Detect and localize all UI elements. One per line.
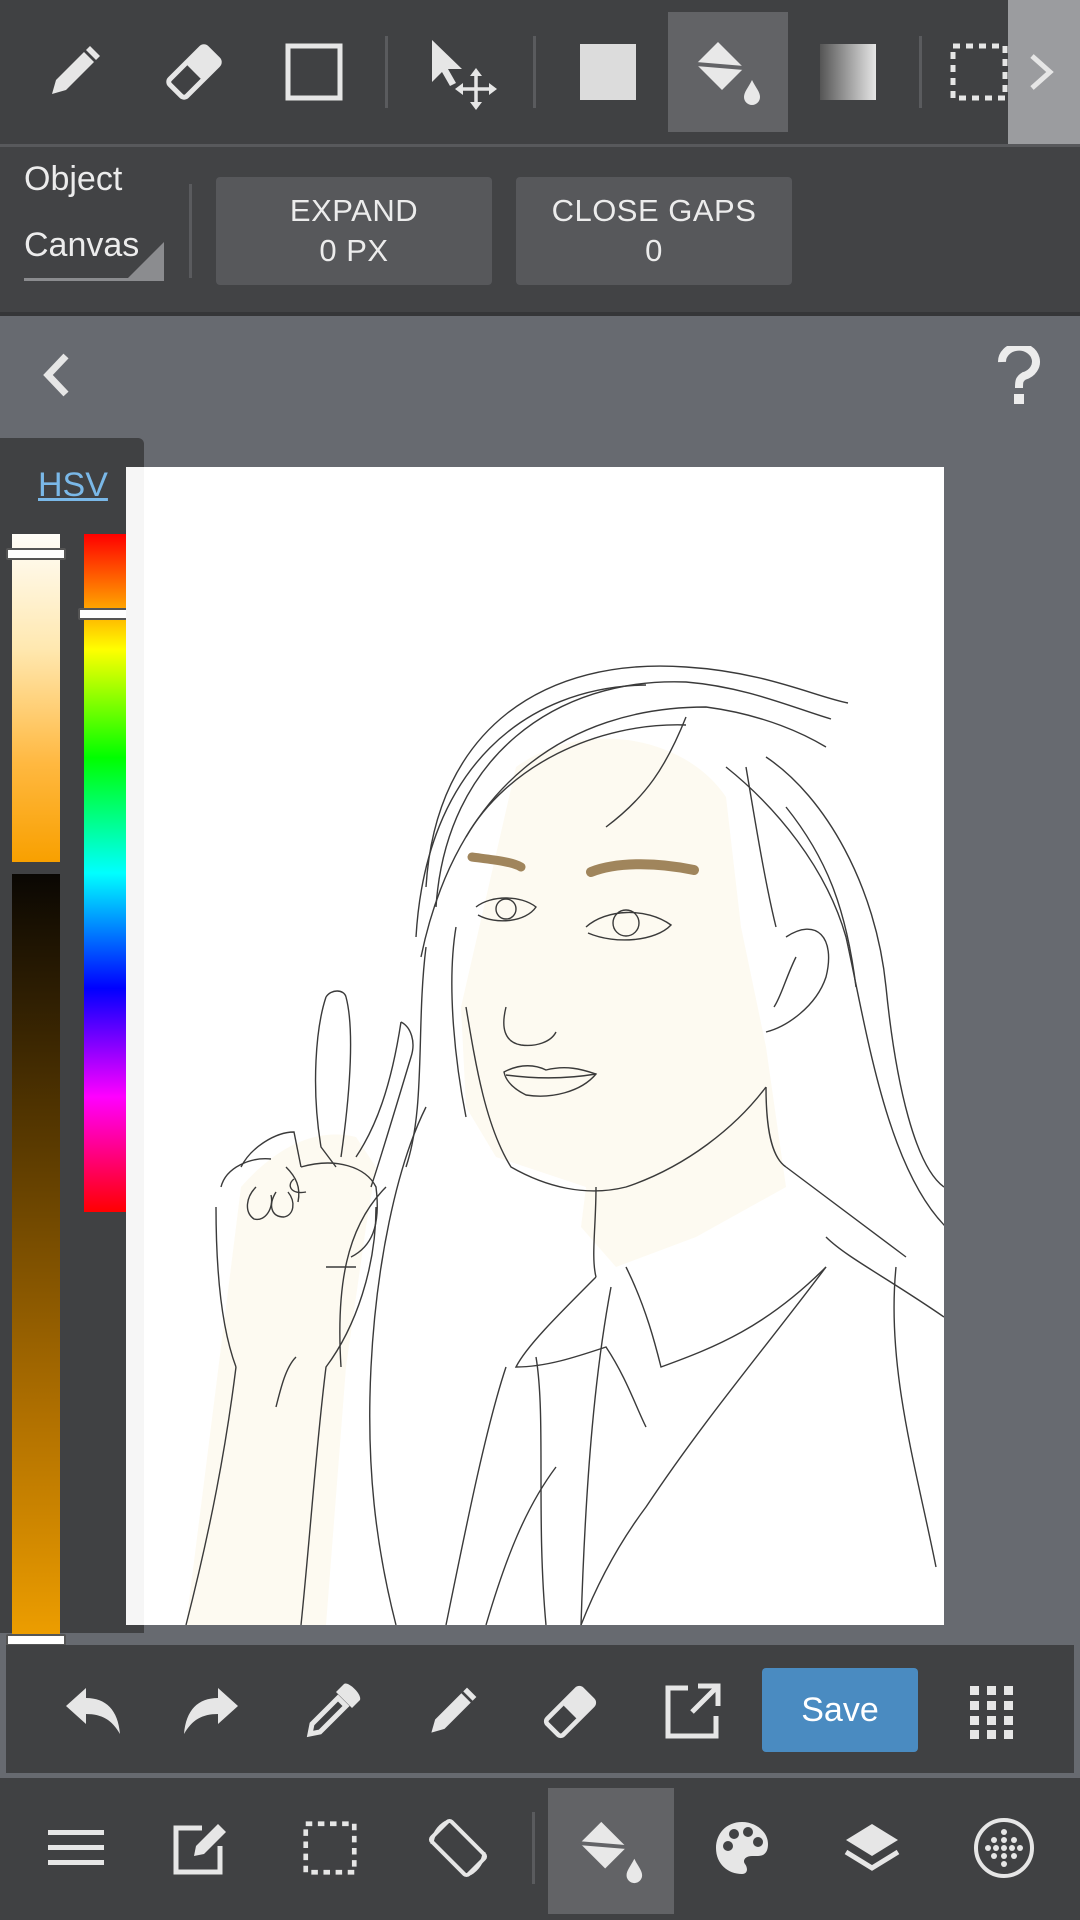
- dropdown-corner-icon: [128, 242, 164, 278]
- more-grid-button[interactable]: [952, 1676, 1032, 1748]
- fill-target-dropdown[interactable]: Canvas: [24, 222, 164, 281]
- undo-button[interactable]: [52, 1680, 132, 1744]
- rectangle-tool-button[interactable]: [254, 12, 374, 132]
- eraser-icon: [543, 1685, 597, 1739]
- filled-square-icon: [580, 44, 636, 100]
- back-button[interactable]: [36, 350, 92, 406]
- menu-divider: [532, 1812, 535, 1884]
- pencil-icon: [431, 1687, 477, 1733]
- canvas-nav-row: [0, 316, 1080, 436]
- redo-button[interactable]: [172, 1680, 252, 1744]
- paint-bucket-icon: [695, 42, 760, 105]
- chevron-left-icon: [43, 353, 69, 397]
- toolbar-scroll-right-button[interactable]: [1008, 0, 1080, 144]
- settings-dial-button[interactable]: [964, 1808, 1044, 1888]
- hamburger-menu-icon: [48, 1830, 104, 1865]
- color-mode-link[interactable]: HSV: [38, 466, 108, 505]
- bucket-tool-button[interactable]: [668, 12, 788, 132]
- expand-value: 0 PX: [319, 233, 389, 268]
- quick-eraser-button[interactable]: [530, 1676, 610, 1748]
- saturation-slider[interactable]: [6, 534, 66, 862]
- options-divider: [189, 184, 192, 278]
- expand-label: EXPAND: [289, 193, 419, 228]
- layers-icon: [844, 1824, 900, 1871]
- close-gaps-label: CLOSE GAPS: [551, 193, 757, 228]
- chevron-right-icon: [1030, 54, 1054, 90]
- rotate-screen-icon: [428, 1818, 488, 1878]
- toolbar-divider: [919, 36, 922, 108]
- save-button[interactable]: Save: [762, 1668, 918, 1752]
- expand-button[interactable]: EXPAND 0 PX: [216, 177, 492, 285]
- quick-pen-button[interactable]: [412, 1676, 492, 1748]
- selection-button[interactable]: [290, 1808, 370, 1888]
- dashed-selection-icon: [303, 1821, 357, 1875]
- top-toolbar: [0, 0, 1080, 147]
- brightness-slider[interactable]: [6, 874, 66, 1648]
- hue-slider[interactable]: [78, 534, 138, 1212]
- redo-icon: [184, 1688, 238, 1734]
- edit-square-icon: [173, 1824, 226, 1875]
- close-gaps-value: 0: [645, 233, 663, 268]
- move-arrows-icon: [432, 40, 497, 110]
- edit-button[interactable]: [160, 1808, 240, 1888]
- color-panel: HSV: [0, 438, 144, 1648]
- saturation-slider-handle[interactable]: [6, 548, 66, 560]
- toolbar-divider: [533, 36, 536, 108]
- dashed-selection-icon: [950, 43, 1008, 101]
- eyedropper-icon: [306, 1683, 361, 1738]
- menu-button[interactable]: [36, 1808, 116, 1888]
- eraser-icon: [166, 44, 222, 100]
- fill-shape-tool-button[interactable]: [548, 12, 668, 132]
- drawing-canvas[interactable]: [126, 467, 944, 1625]
- fill-target-value: Canvas: [24, 226, 140, 264]
- bucket-mode-button[interactable]: [548, 1788, 674, 1914]
- close-gaps-button[interactable]: CLOSE GAPS 0: [516, 177, 792, 285]
- color-palette-button[interactable]: [702, 1808, 782, 1888]
- eraser-tool-button[interactable]: [134, 12, 254, 132]
- eyedropper-button[interactable]: [292, 1676, 372, 1748]
- export-button[interactable]: [652, 1676, 732, 1748]
- toolbar-divider: [385, 36, 388, 108]
- dotted-circle-icon: [974, 1818, 1034, 1878]
- open-external-icon: [665, 1683, 721, 1739]
- rectangle-outline-icon: [285, 43, 343, 101]
- layers-button[interactable]: [832, 1808, 912, 1888]
- pencil-icon: [52, 46, 100, 94]
- gradient-icon: [820, 44, 876, 100]
- undo-icon: [66, 1688, 120, 1734]
- paint-bucket-icon: [579, 1821, 643, 1884]
- rotate-canvas-button[interactable]: [416, 1806, 500, 1890]
- palette-icon: [716, 1822, 768, 1874]
- gradient-tool-button[interactable]: [788, 12, 908, 132]
- help-button[interactable]: [996, 346, 1056, 410]
- pen-tool-button[interactable]: [14, 12, 134, 132]
- grid-dots-icon: [970, 1686, 1013, 1739]
- fill-target-label: Object: [24, 160, 123, 198]
- move-tool-button[interactable]: [402, 12, 522, 132]
- question-mark-icon: [997, 346, 1040, 404]
- canvas-artwork: [144, 467, 944, 1625]
